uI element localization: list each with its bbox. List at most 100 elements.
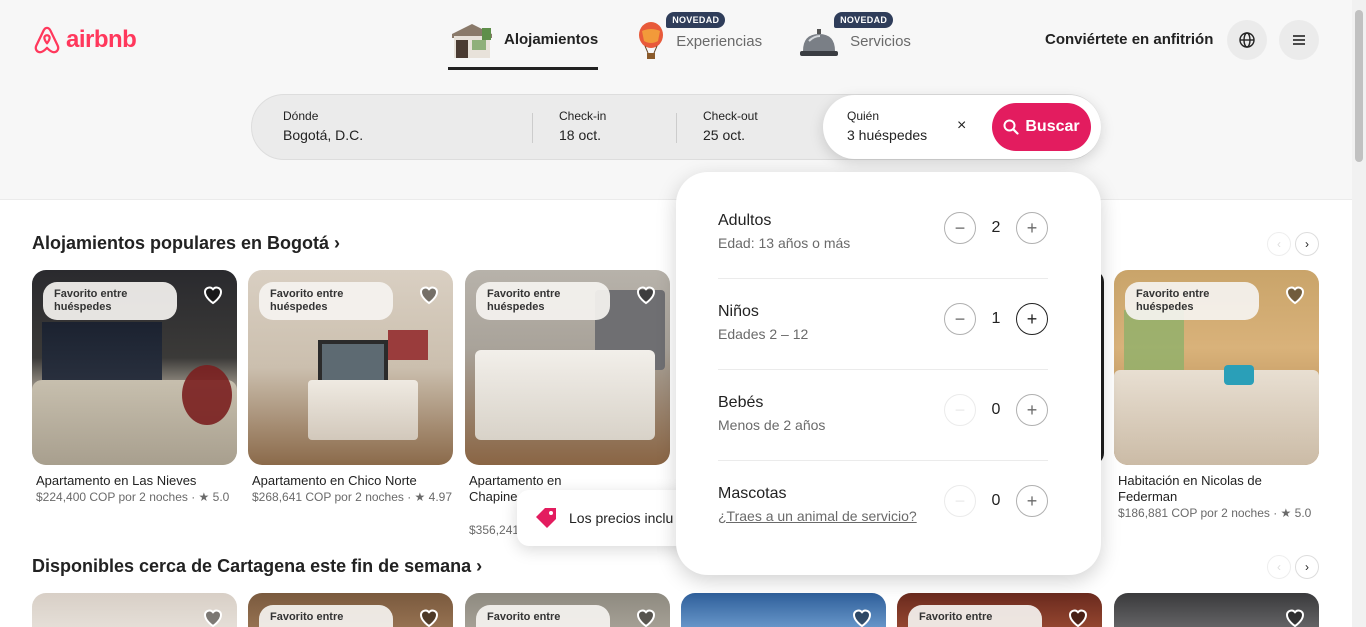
listing-photo[interactable] bbox=[32, 593, 237, 627]
divider bbox=[676, 113, 677, 143]
where-field[interactable]: Dónde Bogotá, D.C. bbox=[283, 95, 363, 159]
listing-photo[interactable]: Favorito entre bbox=[465, 593, 670, 627]
guest-row-pets: Mascotas ¿Traes a un animal de servicio?… bbox=[718, 485, 1048, 575]
heart-icon[interactable] bbox=[1283, 605, 1307, 627]
decrease-button[interactable]: − bbox=[944, 303, 976, 335]
listing-card[interactable]: Favorito entre huéspedes Apartamento en … bbox=[32, 270, 237, 504]
heart-icon[interactable] bbox=[634, 282, 658, 306]
count-value: 0 bbox=[991, 492, 1001, 509]
heart-icon[interactable] bbox=[417, 282, 441, 306]
count-value: 2 bbox=[991, 219, 1001, 236]
search-icon bbox=[1003, 119, 1019, 135]
listing-photo[interactable]: Favorito entre bbox=[897, 593, 1102, 627]
guest-favorite-badge: Favorito entre huéspedes bbox=[476, 282, 610, 320]
guest-favorite-badge: Favorito entre huéspedes bbox=[43, 282, 177, 320]
listing-photo[interactable] bbox=[1114, 593, 1319, 627]
listing-title: Habitación en Nicolas de Federman bbox=[1118, 473, 1262, 504]
next-arrow-button[interactable]: › bbox=[1295, 232, 1319, 256]
listing-photo[interactable]: Favorito entre huéspedes bbox=[465, 270, 670, 465]
listing-photo[interactable]: Favorito entre bbox=[248, 593, 453, 627]
increase-button[interactable]: + bbox=[1016, 485, 1048, 517]
count-value: 1 bbox=[991, 310, 1001, 327]
tab-alojamientos[interactable]: Alojamientos bbox=[448, 12, 599, 70]
adults-stepper: − 2 + bbox=[944, 212, 1048, 244]
listing-title: Apartamento en Chico Norte bbox=[252, 473, 417, 488]
brand-name: airbnb bbox=[66, 26, 137, 53]
house-icon bbox=[452, 23, 492, 58]
listing-photo[interactable] bbox=[681, 593, 886, 627]
heart-icon[interactable] bbox=[1283, 282, 1307, 306]
prev-arrow-button[interactable]: ‹ bbox=[1267, 232, 1291, 256]
guest-row-children: Niños Edades 2 – 12 − 1 + bbox=[718, 303, 1048, 393]
heart-icon[interactable] bbox=[417, 605, 441, 627]
menu-button[interactable] bbox=[1279, 20, 1319, 60]
listing-photo[interactable]: Favorito entre huéspedes bbox=[1114, 270, 1319, 465]
listing-meta: $268,641 COP por 2 noches · ★ 4.97 bbox=[252, 490, 452, 504]
heart-icon[interactable] bbox=[634, 605, 658, 627]
increase-button[interactable]: + bbox=[1016, 212, 1048, 244]
tab-label: Alojamientos bbox=[504, 31, 599, 48]
listing-meta: $186,881 COP por 2 noches · ★ 5.0 bbox=[1118, 506, 1312, 520]
new-badge: NOVEDAD bbox=[834, 12, 894, 28]
decrease-button[interactable]: − bbox=[944, 394, 976, 426]
become-host-link[interactable]: Conviértete en anfitrión bbox=[1045, 31, 1213, 48]
section-title-cartagena[interactable]: Disponibles cerca de Cartagena este fin … bbox=[32, 556, 482, 577]
airbnb-logo-icon bbox=[34, 26, 60, 54]
listing-card[interactable]: Favorito entre huéspedes Apartamento en … bbox=[248, 270, 453, 504]
hamburger-icon bbox=[1293, 35, 1305, 45]
who-field[interactable]: Quién 3 huéspedes × Buscar bbox=[823, 95, 1101, 159]
listing-photo[interactable]: Favorito entre huéspedes bbox=[32, 270, 237, 465]
heart-icon[interactable] bbox=[850, 605, 874, 627]
tab-servicios[interactable]: NOVEDAD Servicios bbox=[798, 12, 911, 70]
where-value: Bogotá, D.C. bbox=[283, 127, 364, 143]
guest-favorite-badge: Favorito entre huéspedes bbox=[259, 282, 393, 320]
price-tag-icon bbox=[536, 508, 556, 528]
language-button[interactable] bbox=[1227, 20, 1267, 60]
guest-favorite-badge: Favorito entre huéspedes bbox=[1125, 282, 1259, 320]
new-badge: NOVEDAD bbox=[666, 12, 726, 28]
guest-favorite-badge: Favorito entre bbox=[259, 605, 393, 627]
scrollbar-thumb[interactable] bbox=[1355, 10, 1363, 162]
listing-card[interactable]: Favorito entre huéspedes Habitación en N… bbox=[1114, 270, 1319, 520]
pets-stepper: − 0 + bbox=[944, 485, 1048, 517]
decrease-button[interactable]: − bbox=[944, 485, 976, 517]
next-arrow-button[interactable]: › bbox=[1295, 555, 1319, 579]
where-label: Dónde bbox=[283, 109, 319, 123]
guest-favorite-badge: Favorito entre bbox=[476, 605, 610, 627]
increase-button[interactable]: + bbox=[1016, 303, 1048, 335]
globe-icon bbox=[1239, 32, 1255, 48]
listing-title: Apartamento en Las Nieves bbox=[36, 473, 197, 488]
header: airbnb Alojamientos NOVEDAD Experiencias bbox=[0, 0, 1352, 80]
divider bbox=[718, 460, 1048, 461]
decrease-button[interactable]: − bbox=[944, 212, 976, 244]
listing-meta: $224,400 COP por 2 noches · ★ 5.0 bbox=[36, 490, 230, 504]
increase-button[interactable]: + bbox=[1016, 394, 1048, 426]
checkin-field[interactable]: Check-in 18 oct. bbox=[559, 95, 606, 159]
airbnb-logo[interactable]: airbnb bbox=[32, 24, 137, 56]
search-button[interactable]: Buscar bbox=[992, 103, 1091, 151]
guests-panel: Adultos Edad: 13 años o más − 2 + Niños … bbox=[676, 172, 1101, 575]
checkout-label: Check-out bbox=[703, 109, 758, 123]
heart-icon[interactable] bbox=[201, 282, 225, 306]
tab-label: Experiencias bbox=[676, 32, 763, 50]
section-title-bogota[interactable]: Alojamientos populares en Bogotá › bbox=[32, 233, 340, 254]
checkout-field[interactable]: Check-out 25 oct. bbox=[703, 95, 758, 159]
checkin-label: Check-in bbox=[559, 109, 607, 123]
heart-icon[interactable] bbox=[201, 605, 225, 627]
prev-arrow-button[interactable]: ‹ bbox=[1267, 555, 1291, 579]
who-text: Quién 3 huéspedes bbox=[847, 95, 927, 159]
who-label: Quién bbox=[847, 109, 880, 123]
listing-photo[interactable]: Favorito entre huéspedes bbox=[248, 270, 453, 465]
checkout-value: 25 oct. bbox=[703, 127, 746, 143]
checkin-value: 18 oct. bbox=[559, 127, 602, 143]
count-value: 0 bbox=[991, 401, 1001, 418]
infants-stepper: − 0 + bbox=[944, 394, 1048, 426]
clear-guests-button[interactable]: × bbox=[957, 117, 966, 135]
search-button-label: Buscar bbox=[1025, 118, 1080, 135]
scrollbar[interactable] bbox=[1352, 0, 1366, 627]
heart-icon[interactable] bbox=[1066, 605, 1090, 627]
tab-experiencias[interactable]: NOVEDAD Experiencias bbox=[636, 12, 762, 70]
guest-row-infants: Bebés Menos de 2 años − 0 + bbox=[718, 394, 1048, 484]
guest-favorite-badge: Favorito entre bbox=[908, 605, 1042, 627]
divider bbox=[718, 369, 1048, 370]
